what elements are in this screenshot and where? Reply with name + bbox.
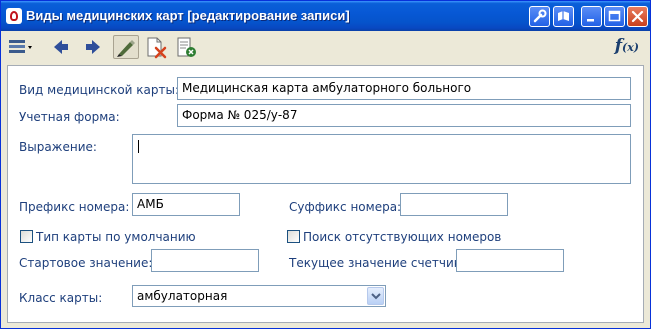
suffix-input[interactable] — [400, 193, 508, 216]
start-value-input[interactable] — [151, 249, 259, 272]
account-form-label: Учетная форма: — [19, 110, 120, 124]
delete-document-icon — [147, 37, 167, 59]
card-class-value: амбулаторная — [137, 289, 228, 303]
close-button[interactable] — [627, 6, 648, 27]
default-type-checkbox[interactable] — [20, 230, 33, 243]
wrench-icon — [533, 9, 547, 23]
expression-label: Выражение: — [19, 140, 97, 154]
view-menu-button[interactable] — [6, 35, 32, 59]
card-class-dropdown-button[interactable] — [367, 287, 384, 305]
help-button[interactable] — [553, 6, 574, 27]
current-counter-label: Текущее значение счетчика: — [289, 256, 473, 270]
window-title: Виды медицинских карт [редактирование за… — [26, 8, 350, 23]
suffix-label: Суффикс номера: — [289, 200, 402, 214]
title-bar[interactable]: Виды медицинских карт [редактирование за… — [1, 1, 650, 31]
prefix-input[interactable]: АМБ — [132, 193, 240, 216]
arrow-left-icon — [54, 40, 68, 54]
card-type-input[interactable]: Медицинская карта амбулаторного больного — [177, 77, 631, 100]
card-class-label: Класс карты: — [19, 291, 103, 305]
formula-icon-sub: (x) — [622, 41, 639, 54]
list-view-icon — [9, 40, 32, 53]
tools-button[interactable] — [529, 6, 550, 27]
formula-button[interactable]: f(x) — [615, 36, 639, 56]
search-missing-label[interactable]: Поиск отсутствующих номеров — [303, 230, 501, 244]
close-document-icon — [177, 37, 196, 57]
text-caret — [138, 140, 139, 153]
card-class-select[interactable]: амбулаторная — [132, 285, 386, 307]
next-button[interactable] — [82, 35, 104, 59]
chevron-down-icon — [371, 293, 381, 300]
minimize-icon — [587, 19, 594, 22]
maximize-button[interactable] — [604, 6, 625, 27]
current-counter-input[interactable] — [456, 249, 564, 272]
edit-pencil-icon — [117, 40, 135, 57]
formula-icon: f — [614, 36, 623, 56]
search-missing-checkbox[interactable] — [287, 230, 300, 243]
default-type-label[interactable]: Тип карты по умолчанию — [36, 230, 196, 244]
form-panel: Вид медицинской карты: Медицинская карта… — [7, 65, 644, 323]
arrow-right-icon — [86, 40, 100, 54]
edit-button[interactable] — [113, 35, 139, 59]
app-icon — [6, 8, 22, 24]
maximize-icon — [608, 10, 621, 22]
card-type-label: Вид медицинской карты: — [19, 83, 180, 97]
expression-textarea[interactable] — [132, 134, 631, 184]
delete-button[interactable] — [144, 35, 168, 59]
start-value-label: Стартовое значение: — [19, 256, 153, 270]
book-icon — [558, 11, 569, 21]
toolbar: f(x) — [2, 32, 649, 61]
prefix-label: Префикс номера: — [19, 200, 130, 214]
minimize-button[interactable] — [581, 6, 602, 27]
previous-button[interactable] — [50, 35, 72, 59]
close-record-button[interactable] — [174, 35, 198, 59]
dialog-window: Виды медицинских карт [редактирование за… — [0, 0, 651, 329]
account-form-input[interactable]: Форма № 025/у-87 — [177, 104, 631, 127]
close-icon — [631, 10, 644, 23]
